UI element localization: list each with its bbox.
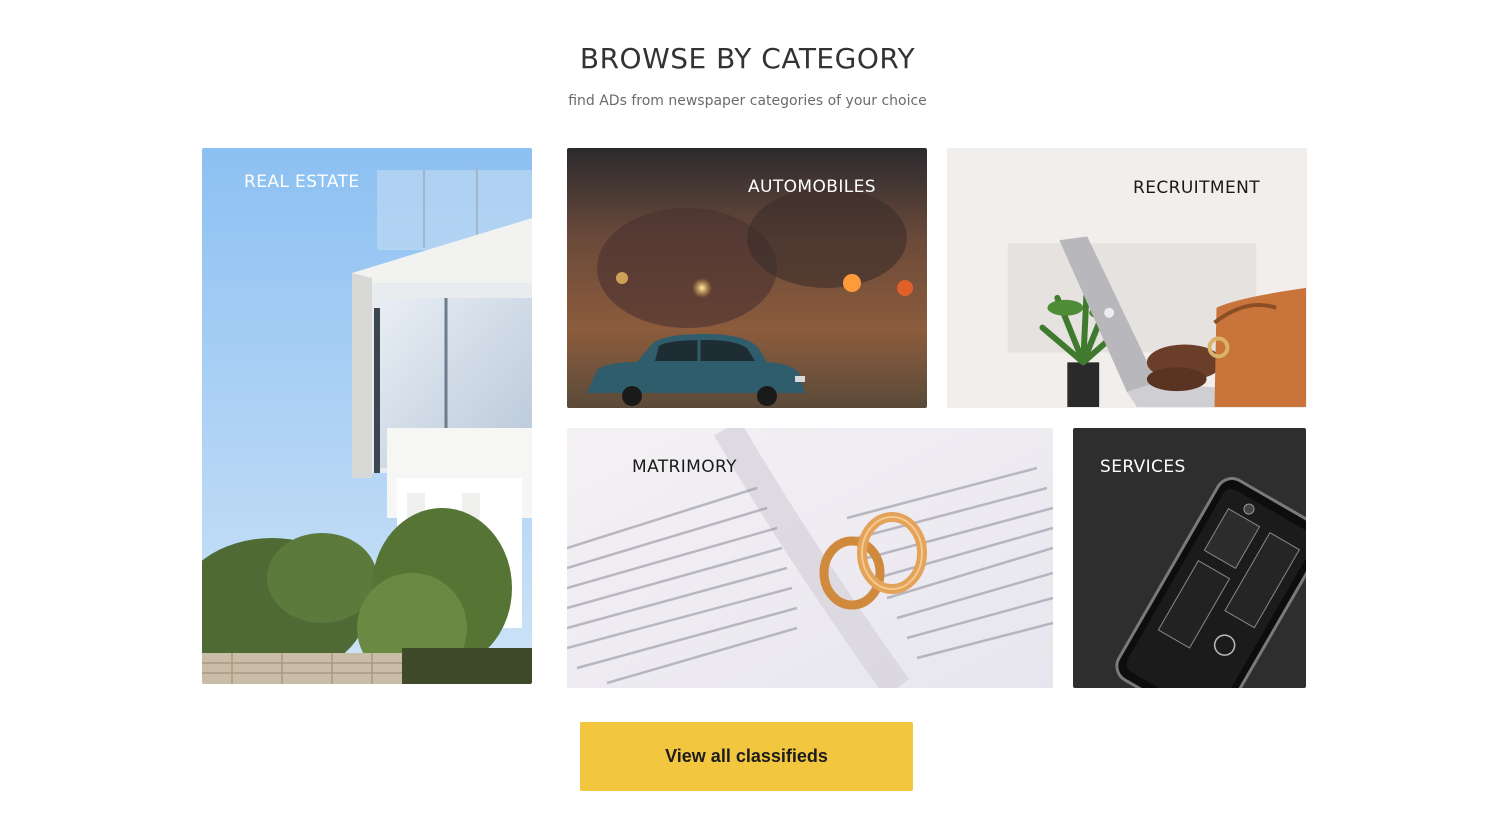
category-label-real-estate: REAL ESTATE [244, 172, 360, 192]
modern-house-image [202, 148, 532, 684]
section-subtitle: find ADs from newspaper categories of yo… [568, 93, 927, 109]
category-card-real-estate[interactable]: REAL ESTATE [202, 148, 532, 684]
category-label-matrimory: MATRIMORY [632, 457, 737, 477]
category-card-services[interactable]: SERVICES [1073, 428, 1306, 688]
view-all-classifieds-button[interactable]: View all classifieds [580, 722, 913, 791]
category-card-recruitment[interactable]: RECRUITMENT [947, 148, 1307, 408]
category-card-automobiles[interactable]: AUTOMOBILES [567, 148, 927, 408]
category-label-recruitment: RECRUITMENT [1133, 178, 1260, 198]
category-label-services: SERVICES [1100, 457, 1186, 477]
category-card-matrimory[interactable]: MATRIMORY [567, 428, 1053, 688]
category-label-automobiles: AUTOMOBILES [748, 177, 876, 197]
section-title: BROWSE BY CATEGORY [579, 42, 916, 75]
